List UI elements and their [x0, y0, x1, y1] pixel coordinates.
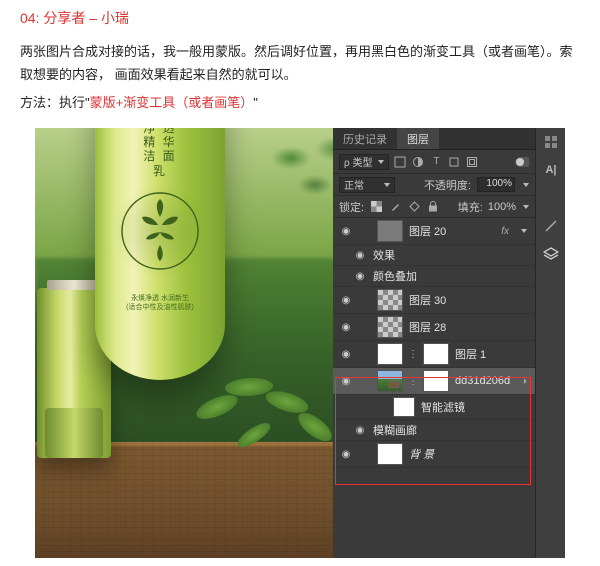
photoshop-panel: A| 历史记录 图层 ρ 类型 T — [333, 128, 565, 558]
method-highlight: 蒙版+渐变工具（或者画笔） — [90, 95, 254, 110]
smartfilters-label: 智能滤镜 — [421, 399, 465, 415]
opacity-field[interactable]: 100% — [477, 177, 515, 192]
smart-filters-header[interactable]: 智能滤镜 — [333, 395, 535, 420]
lock-paint-icon[interactable] — [388, 200, 402, 214]
panel-dock: A| — [535, 128, 565, 558]
product-tube: 永 焕 净 透 精 华 洁 面 乳 永焕净透 水润新生 (适合中性及油性肌肤) — [95, 128, 225, 380]
layer-name[interactable]: 图层 1 — [455, 346, 486, 362]
tube-fine-1: 永焕净透 水润新生 — [95, 294, 225, 303]
layer-name[interactable]: 图层 28 — [409, 319, 446, 335]
smartobject-thumb[interactable] — [377, 370, 403, 392]
lock-label: 锁定: — [339, 199, 364, 215]
layer-row[interactable]: ◉ 图层 20 fx — [333, 218, 535, 245]
lock-transparency-icon[interactable] — [369, 200, 383, 214]
tube-ornament — [113, 184, 207, 278]
visibility-toggle[interactable]: ◉ — [353, 248, 367, 262]
filter-adjust-icon[interactable] — [411, 155, 425, 169]
effects-label: 效果 — [373, 247, 395, 263]
fill-dropdown-icon[interactable] — [523, 205, 529, 209]
panel-tabs: 历史记录 图层 — [333, 128, 535, 150]
opacity-label: 不透明度: — [424, 177, 471, 193]
layer-row[interactable]: ◉ 背 景 — [333, 441, 535, 468]
mask-thumb[interactable] — [423, 370, 449, 392]
layer-name[interactable]: 图层 30 — [409, 292, 446, 308]
effect-name: 颜色叠加 — [373, 268, 417, 284]
layer-row[interactable]: ◉ 图层 30 — [333, 287, 535, 314]
smartfilter-mask-thumb[interactable] — [393, 397, 415, 417]
visibility-toggle[interactable]: ◉ — [353, 423, 367, 437]
layer-name[interactable]: dd31d206d — [455, 375, 510, 387]
filter-kind-select[interactable]: ρ 类型 — [339, 154, 389, 170]
layer-effects-header[interactable]: ◉ 效果 — [333, 245, 535, 266]
visibility-toggle[interactable]: ◉ — [339, 447, 353, 461]
layer-name[interactable]: 图层 20 — [409, 223, 446, 239]
visibility-toggle[interactable]: ◉ — [339, 224, 353, 238]
section-heading: 04: 分享者 – 小瑞 — [20, 8, 580, 28]
composite-image: 永 焕 净 透 精 华 洁 面 乳 永焕净透 水润新生 (适合中性及油性肌肤) — [35, 128, 365, 558]
fill-field[interactable]: 100% — [488, 201, 516, 213]
fill-label: 填充: — [458, 199, 483, 215]
visibility-toggle[interactable]: ◉ — [339, 374, 353, 388]
tube-fine-2: (适合中性及油性肌肤) — [95, 303, 225, 312]
character-icon[interactable]: A| — [536, 156, 566, 184]
layer-row-selected[interactable]: ◉ ⋮ dd31d206d ◑ — [333, 368, 535, 395]
filter-smart-icon[interactable] — [465, 155, 479, 169]
layer-row[interactable]: ◉ ⋮ 图层 1 — [333, 341, 535, 368]
layer-effect-item[interactable]: ◉ 颜色叠加 — [333, 266, 535, 287]
layer-thumb[interactable] — [377, 289, 403, 311]
method-prefix: 方法：执行" — [20, 95, 90, 110]
mask-link-icon[interactable]: ⋮ — [409, 349, 417, 360]
layers-list: ◉ 图层 20 fx ◉ 效果 ◉ 颜色叠加 — [333, 218, 535, 468]
tube-fineprint: 永焕净透 水润新生 (适合中性及油性肌肤) — [95, 294, 225, 312]
layer-name[interactable]: 背 景 — [409, 446, 434, 462]
layers-panel: 历史记录 图层 ρ 类型 T 正常 不透明度: 1 — [333, 128, 535, 558]
visibility-toggle[interactable]: ◉ — [339, 293, 353, 307]
visibility-toggle[interactable]: ◉ — [339, 320, 353, 334]
lock-position-icon[interactable] — [407, 200, 421, 214]
figure: 永 焕 净 透 精 华 洁 面 乳 永焕净透 水润新生 (适合中性及油性肌肤) … — [35, 128, 565, 558]
layer-row[interactable]: ◉ 图层 28 — [333, 314, 535, 341]
layer-thumb[interactable] — [377, 443, 403, 465]
tube-name: 永 焕 净 透 精 华 洁 面 乳 — [95, 128, 225, 178]
layers-dock-icon[interactable] — [536, 240, 566, 268]
lock-fill-row: 锁定: 填充: 100% — [333, 196, 535, 218]
fx-badge[interactable]: fx — [501, 226, 513, 237]
smart-filter-item[interactable]: ◉ 模糊画廊 — [333, 420, 535, 441]
measure-icon[interactable] — [536, 212, 566, 240]
mask-link-icon[interactable]: ⋮ — [409, 376, 417, 387]
method-line: 方法：执行"蒙版+渐变工具（或者画笔）" — [20, 91, 580, 114]
method-suffix: " — [253, 95, 258, 110]
smartfilter-toggle-icon[interactable]: ◑ — [521, 376, 531, 387]
visibility-toggle[interactable]: ◉ — [353, 269, 367, 283]
filter-toggle-switch[interactable] — [515, 155, 529, 169]
fx-collapse-icon[interactable] — [521, 229, 527, 233]
opacity-dropdown-icon[interactable] — [523, 183, 529, 187]
lock-all-icon[interactable] — [426, 200, 440, 214]
layer-thumb[interactable] — [377, 343, 403, 365]
filter-type-icon[interactable]: T — [429, 155, 443, 169]
blend-opacity-row: 正常 不透明度: 100% — [333, 174, 535, 196]
filter-shape-icon[interactable] — [447, 155, 461, 169]
tab-layers[interactable]: 图层 — [397, 128, 439, 149]
filter-pixel-icon[interactable] — [393, 155, 407, 169]
blend-mode-select[interactable]: 正常 — [339, 177, 395, 193]
swatches-icon[interactable] — [536, 128, 566, 156]
mask-thumb[interactable] — [423, 343, 449, 365]
layer-thumb[interactable] — [377, 316, 403, 338]
layer-thumb[interactable] — [377, 220, 403, 242]
tab-history[interactable]: 历史记录 — [333, 128, 397, 149]
bottle-neck — [47, 280, 101, 290]
visibility-toggle[interactable]: ◉ — [339, 347, 353, 361]
layer-filter-row: ρ 类型 T — [333, 150, 535, 174]
description-paragraph: 两张图片合成对接的话，我一般用蒙版。然后调好位置，再用黑白色的渐变工具（或者画笔… — [20, 40, 580, 87]
smartfilter-name: 模糊画廊 — [373, 422, 417, 438]
